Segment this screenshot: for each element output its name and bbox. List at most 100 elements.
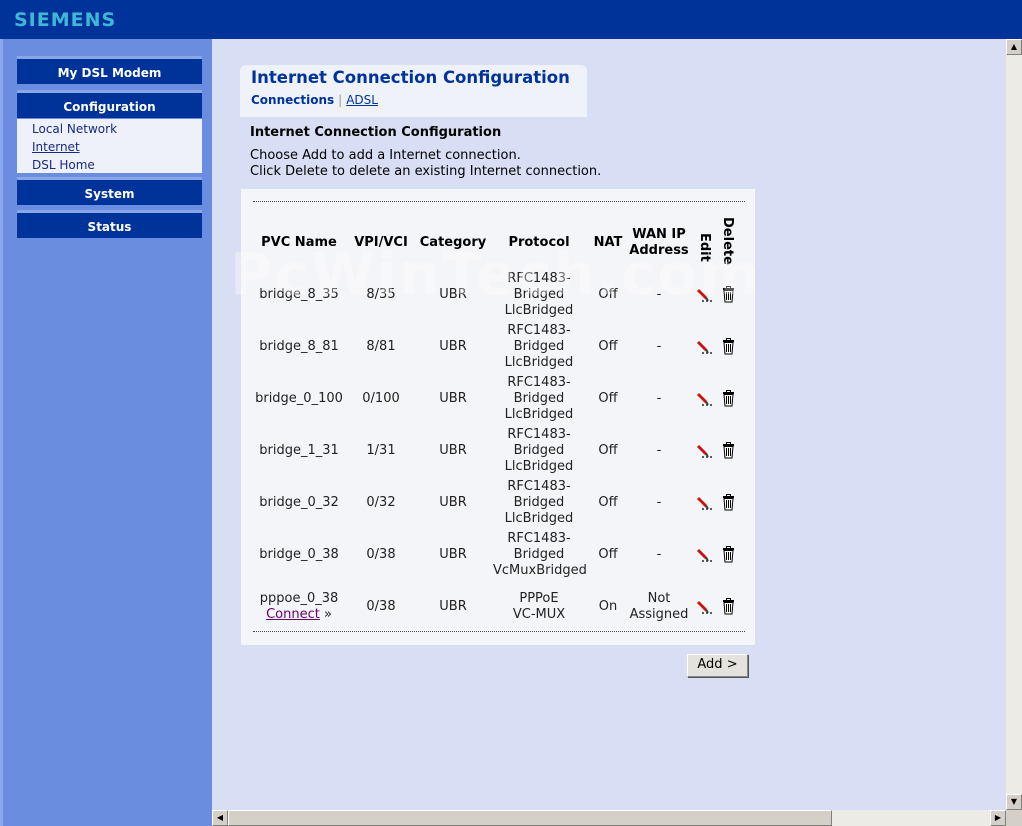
breadcrumb: Connections | ADSL — [251, 93, 378, 107]
description-line-1: Choose Add to add a Internet connection. — [250, 148, 521, 163]
header-wan-ip: WAN IP Address — [625, 227, 693, 259]
cell-protocol-line: VcMuxBridged — [493, 563, 587, 578]
cell-category: UBR — [439, 495, 467, 510]
header-protocol: Protocol — [508, 235, 570, 250]
top-banner: SIEMENS — [0, 0, 1022, 39]
trash-icon[interactable] — [720, 598, 737, 615]
cell-nat: Off — [598, 339, 618, 354]
crumb-adsl-link[interactable]: ADSL — [346, 93, 378, 107]
cell-wan-ip: Not — [647, 591, 671, 606]
pencil-icon[interactable] — [697, 338, 714, 355]
cell-category: UBR — [439, 443, 467, 458]
header-wan-ip-line2: Address — [629, 243, 689, 258]
scroll-right-arrow-icon[interactable]: ▶ — [990, 810, 1006, 826]
nav-configuration[interactable]: Configuration — [17, 90, 202, 118]
subnav-dsl-home[interactable]: DSL Home — [32, 157, 202, 175]
cell-vpi-vci: 1/31 — [366, 443, 396, 458]
pencil-icon[interactable] — [697, 390, 714, 407]
cell-wan-ip: - — [656, 547, 662, 562]
header-edit: Edit — [697, 233, 712, 262]
nav-status[interactable]: Status — [17, 210, 202, 238]
section-heading: Internet Connection Configuration — [250, 125, 502, 140]
cell-protocol-line: Bridged — [513, 391, 565, 406]
connections-table: PVC Name VPI/VCI Category Protocol NAT W… — [241, 189, 755, 645]
pencil-icon[interactable] — [697, 494, 714, 511]
cell-nat: Off — [598, 391, 618, 406]
cell-nat: Off — [598, 443, 618, 458]
pencil-icon[interactable] — [697, 546, 714, 563]
cell-protocol-line: VC-MUX — [512, 607, 566, 622]
horizontal-scroll-thumb[interactable] — [228, 810, 832, 826]
scrollbar-corner — [1006, 810, 1022, 826]
cell-vpi-vci: 0/100 — [362, 391, 400, 406]
cell-category: UBR — [439, 287, 467, 302]
cell-vpi-vci: 0/32 — [366, 495, 396, 510]
connect-link[interactable]: Connect » — [251, 607, 347, 623]
trash-icon[interactable] — [720, 442, 737, 459]
subnav-local-network[interactable]: Local Network — [32, 121, 202, 139]
cell-protocol-line: RFC1483- — [507, 323, 571, 338]
cell-nat: Off — [598, 495, 618, 510]
siemens-logo: SIEMENS — [14, 9, 117, 31]
cell-protocol-line: RFC1483- — [507, 479, 571, 494]
cell-vpi-vci: 8/35 — [366, 287, 396, 302]
trash-icon[interactable] — [720, 546, 737, 563]
table-bottom-divider — [253, 631, 745, 632]
cell-vpi-vci: 0/38 — [366, 599, 396, 614]
cell-vpi-vci: 8/81 — [366, 339, 396, 354]
nav-system[interactable]: System — [17, 177, 202, 205]
cell-wan-ip: - — [656, 339, 662, 354]
pencil-icon[interactable] — [697, 286, 714, 303]
cell-protocol-line: RFC1483- — [507, 531, 571, 546]
trash-icon[interactable] — [720, 338, 737, 355]
connect-link-text[interactable]: Connect — [266, 607, 320, 622]
cell-protocol-line: LlcBridged — [504, 407, 574, 422]
subnav-internet[interactable]: Internet — [32, 139, 202, 157]
double-chevron-right-icon: » — [319, 607, 332, 622]
page-title: Internet Connection Configuration — [251, 68, 570, 87]
cell-pvc-name: bridge_1_31 — [259, 443, 339, 458]
header-pvc-name: PVC Name — [261, 235, 337, 250]
table-top-divider — [253, 201, 745, 202]
trash-icon[interactable] — [720, 286, 737, 303]
cell-protocol-line: LlcBridged — [504, 303, 574, 318]
cell-category: UBR — [439, 599, 467, 614]
cell-protocol-line: RFC1483- — [507, 271, 571, 286]
main-content: Internet Connection Configuration Connec… — [212, 39, 1006, 810]
header-delete: Delete — [720, 217, 735, 265]
cell-protocol-line: Bridged — [513, 339, 565, 354]
trash-icon[interactable] — [720, 494, 737, 511]
cell-protocol-line: Bridged — [513, 287, 565, 302]
cell-protocol-line: LlcBridged — [504, 355, 574, 370]
cell-vpi-vci: 0/38 — [366, 547, 396, 562]
add-button[interactable]: Add > — [687, 654, 748, 677]
scroll-up-arrow-icon[interactable]: ▲ — [1006, 39, 1022, 55]
cell-pvc-name: pppoe_0_38 — [259, 591, 339, 606]
cell-nat: Off — [598, 547, 618, 562]
horizontal-scrollbar[interactable]: ◀ ▶ — [212, 810, 1006, 826]
title-box: Internet Connection Configuration Connec… — [240, 65, 587, 117]
cell-protocol-line: RFC1483- — [507, 375, 571, 390]
scroll-down-arrow-icon[interactable]: ▼ — [1006, 794, 1022, 810]
cell-wan-ip: - — [656, 495, 662, 510]
cell-category: UBR — [439, 391, 467, 406]
cell-protocol-line: Bridged — [513, 443, 565, 458]
vertical-scrollbar[interactable]: ▲ ▼ — [1006, 39, 1022, 810]
cell-nat: On — [598, 599, 618, 614]
scroll-left-arrow-icon[interactable]: ◀ — [212, 810, 228, 826]
pencil-icon[interactable] — [697, 598, 714, 615]
cell-category: UBR — [439, 547, 467, 562]
cell-wan-ip: - — [656, 287, 662, 302]
nav-my-dsl-modem[interactable]: My DSL Modem — [17, 56, 202, 84]
trash-icon[interactable] — [720, 390, 737, 407]
crumb-connections: Connections — [251, 93, 335, 107]
pencil-icon[interactable] — [697, 442, 714, 459]
cell-pvc-name: bridge_0_32 — [259, 495, 339, 510]
sidebar: My DSL Modem Configuration Local Network… — [0, 39, 212, 826]
cell-pvc-name: bridge_8_35 — [259, 287, 339, 302]
cell-protocol-line: RFC1483- — [507, 427, 571, 442]
header-wan-ip-line1: WAN IP — [632, 227, 686, 242]
description-line-2: Click Delete to delete an existing Inter… — [250, 164, 602, 179]
cell-protocol-line: LlcBridged — [504, 511, 574, 526]
cell-protocol-line: PPPoE — [519, 591, 559, 606]
